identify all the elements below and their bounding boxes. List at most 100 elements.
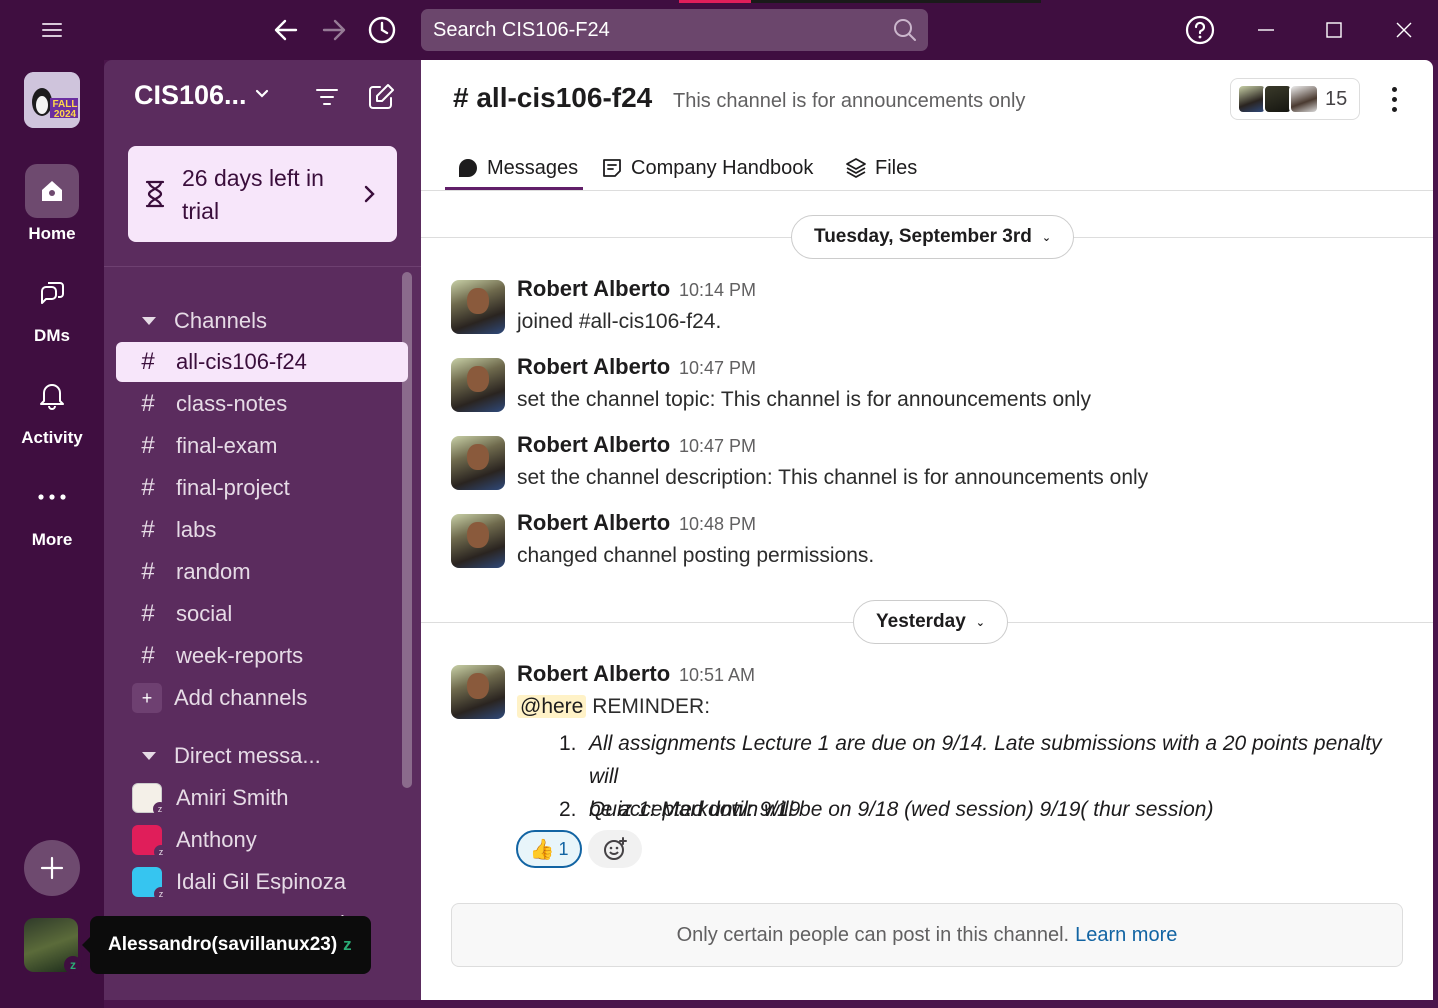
author-avatar[interactable] bbox=[451, 665, 505, 719]
author-avatar[interactable] bbox=[451, 280, 505, 334]
dm-avatar: z bbox=[132, 867, 168, 901]
home-button[interactable] bbox=[25, 164, 79, 218]
sidebar-item-week-reports[interactable]: # week-reports bbox=[116, 636, 408, 676]
hash-icon: # bbox=[141, 390, 155, 417]
thumbs-up-reaction[interactable]: 👍 1 bbox=[516, 830, 582, 868]
hash-icon: # bbox=[141, 516, 155, 543]
members-button[interactable]: 15 bbox=[1230, 78, 1360, 120]
more-label: More bbox=[31, 530, 73, 549]
sidebar-item-class-notes[interactable]: # class-notes bbox=[116, 384, 408, 424]
back-arrow-icon[interactable] bbox=[268, 12, 304, 48]
plus-icon: + bbox=[132, 683, 162, 713]
message-bubble-icon bbox=[459, 159, 477, 177]
channels-section-header[interactable]: Channels bbox=[136, 303, 267, 339]
caret-down-icon bbox=[142, 317, 156, 325]
search-input[interactable]: Search CIS106-F24 bbox=[421, 9, 928, 51]
chevron-down-icon[interactable] bbox=[254, 88, 270, 100]
sidebar-item-final-exam[interactable]: # final-exam bbox=[116, 426, 408, 466]
close-window-icon[interactable] bbox=[1386, 12, 1422, 48]
author-name[interactable]: Robert Alberto bbox=[517, 354, 670, 380]
more-options-icon[interactable] bbox=[1379, 78, 1409, 120]
rail-activity[interactable]: Activity bbox=[0, 368, 104, 448]
dm-name: Idali Gil Espinoza bbox=[176, 869, 346, 894]
sidebar-divider bbox=[104, 266, 421, 267]
dm-item-amiri-smith[interactable]: z Amiri Smith bbox=[132, 778, 288, 818]
author-avatar[interactable] bbox=[451, 436, 505, 490]
more-button[interactable] bbox=[25, 470, 79, 524]
sidebar-item-random[interactable]: # random bbox=[116, 552, 408, 592]
chevron-down-icon: ⌄ bbox=[1041, 231, 1052, 244]
home-icon bbox=[42, 181, 62, 201]
hamburger-menu-icon[interactable] bbox=[34, 12, 70, 48]
plus-icon bbox=[40, 856, 64, 880]
trial-banner[interactable]: 26 days left in trial bbox=[128, 146, 397, 242]
rail-dms[interactable]: DMs bbox=[0, 266, 104, 346]
chevron-right-icon bbox=[364, 185, 375, 203]
snooze-icon: z bbox=[343, 935, 352, 954]
workspace-logo[interactable]: FALL 2024 bbox=[24, 72, 80, 128]
author-name[interactable]: Robert Alberto bbox=[517, 276, 670, 302]
sidebar-item-final-project[interactable]: # final-project bbox=[116, 468, 408, 508]
maximize-window-icon[interactable] bbox=[1316, 12, 1352, 48]
dm-item-idali-gil-espinoza[interactable]: z Idali Gil Espinoza bbox=[132, 862, 346, 902]
message-time[interactable]: 10:47 PM bbox=[679, 436, 756, 457]
hash-icon: # bbox=[141, 642, 155, 669]
tab-files[interactable]: Files bbox=[845, 146, 917, 190]
dms-button[interactable] bbox=[25, 266, 79, 320]
forward-arrow-icon[interactable] bbox=[316, 12, 352, 48]
add-reaction-button[interactable] bbox=[588, 830, 642, 868]
date-label: Yesterday bbox=[876, 611, 966, 632]
add-channels-button[interactable]: + Add channels bbox=[116, 678, 408, 718]
dm-avatar: z bbox=[132, 825, 168, 859]
sidebar-item-labs[interactable]: # labs bbox=[116, 510, 408, 550]
date-pill-button[interactable]: Yesterday ⌄ bbox=[853, 600, 1009, 644]
tabs-divider bbox=[421, 190, 1433, 191]
author-avatar[interactable] bbox=[451, 514, 505, 568]
add-workspace-button[interactable] bbox=[24, 840, 80, 896]
message-time[interactable]: 10:47 PM bbox=[679, 358, 756, 379]
here-mention[interactable]: @here bbox=[517, 695, 587, 718]
author-name[interactable]: Robert Alberto bbox=[517, 432, 670, 458]
filter-icon[interactable] bbox=[314, 84, 340, 110]
date-pill-button[interactable]: Tuesday, September 3rd ⌄ bbox=[791, 215, 1075, 259]
tab-company-handbook[interactable]: Company Handbook bbox=[601, 146, 813, 190]
message-time[interactable]: 10:48 PM bbox=[679, 514, 756, 535]
add-emoji-icon bbox=[604, 837, 627, 860]
message-time[interactable]: 10:51 AM bbox=[679, 665, 755, 686]
channel-main: # all-cis106-f24 This channel is for ann… bbox=[421, 60, 1433, 1000]
message-text-main: REMINDER: bbox=[592, 695, 711, 718]
tooltip-username: Alessandro(savillanux23) bbox=[108, 934, 338, 955]
channel-name: labs bbox=[176, 517, 217, 542]
rail-more[interactable]: More bbox=[0, 470, 104, 550]
message-text: set the channel topic: This channel is f… bbox=[517, 388, 1091, 411]
history-clock-icon[interactable] bbox=[364, 12, 400, 48]
direct-messages-section-header[interactable]: Direct messa... bbox=[136, 738, 321, 774]
list-text-line1: All assignments Lecture 1 are due on 9/1… bbox=[589, 732, 1382, 788]
sidebar-item-social[interactable]: # social bbox=[116, 594, 408, 634]
minimize-window-icon[interactable] bbox=[1248, 12, 1284, 48]
author-avatar[interactable] bbox=[451, 358, 505, 412]
channel-name: class-notes bbox=[176, 391, 288, 416]
notice-text: Only certain people can post in this cha… bbox=[676, 923, 1070, 946]
sidebar-item-all-cis106-f24[interactable]: # all-cis106-f24 bbox=[116, 342, 408, 382]
message-item[interactable]: Robert Alberto 10:51 AM @here REMINDER: … bbox=[451, 661, 1411, 825]
author-name[interactable]: Robert Alberto bbox=[517, 510, 670, 536]
dm-item-anthony[interactable]: z Anthony bbox=[132, 820, 257, 860]
help-icon[interactable] bbox=[1182, 12, 1218, 48]
tab-messages[interactable]: Messages bbox=[457, 146, 578, 190]
channel-name: random bbox=[176, 559, 251, 584]
message-time[interactable]: 10:14 PM bbox=[679, 280, 756, 301]
hash-icon: # bbox=[141, 600, 155, 627]
channel-title[interactable]: # all-cis106-f24 bbox=[453, 82, 652, 114]
learn-more-link[interactable]: Learn more bbox=[1075, 924, 1177, 947]
member-count: 15 bbox=[1325, 88, 1348, 110]
caret-down-icon bbox=[142, 752, 156, 760]
compose-icon[interactable] bbox=[366, 82, 396, 112]
title-bar: Search CIS106-F24 bbox=[0, 0, 1438, 60]
author-name[interactable]: Robert Alberto bbox=[517, 661, 670, 687]
channel-description: This channel is for announcements only bbox=[673, 90, 1026, 112]
activity-button[interactable] bbox=[25, 368, 79, 422]
workspace-name[interactable]: CIS106... bbox=[134, 80, 247, 111]
rail-home[interactable]: Home bbox=[0, 164, 104, 244]
hash-icon: # bbox=[141, 558, 155, 585]
